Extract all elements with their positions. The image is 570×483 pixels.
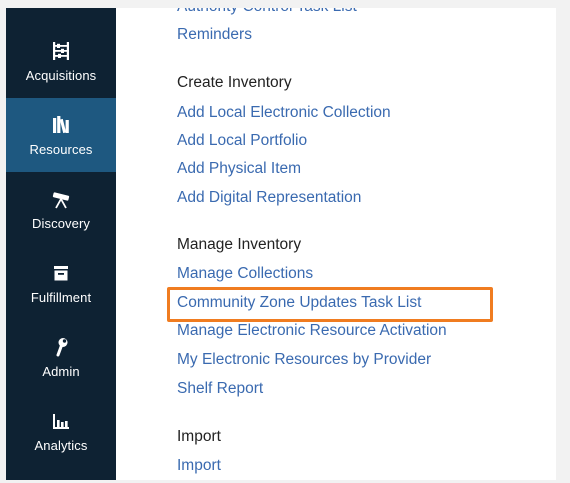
sidebar-item-label: Admin [42,363,80,379]
sidebar: Acquisitions Resources Discovery Fulfill… [6,8,116,480]
sidebar-item-resources[interactable]: Resources [6,98,116,172]
telescope-icon [52,191,70,208]
abacus-icon [53,41,69,60]
sidebar-item-admin[interactable]: Admin [6,320,116,394]
tray-icon [54,265,68,280]
sidebar-item-analytics[interactable]: Analytics [6,394,116,468]
add-local-portfolio-link[interactable]: Add Local Portfolio [177,132,307,150]
manage-electronic-resource-activation-link[interactable]: Manage Electronic Resource Activation [177,322,447,340]
sidebar-item-label: Resources [29,141,93,157]
section-title-import: Import [177,428,221,445]
sidebar-item-label: Discovery [32,215,90,231]
sidebar-item-acquisitions[interactable]: Acquisitions [6,24,116,98]
bar-chart-icon [53,413,69,429]
sidebar-item-label: Fulfillment [30,289,92,305]
sidebar-item-label: Acquisitions [25,67,97,83]
section-title-manage-inventory: Manage Inventory [177,236,302,253]
section-title-create-inventory: Create Inventory [177,74,292,91]
manage-collections-link[interactable]: Manage Collections [177,265,313,283]
resources-menu-panel: Authority Control Task List Reminders Cr… [116,8,556,480]
authority-control-task-list-link[interactable]: Authority Control Task List [177,8,357,16]
my-electronic-resources-by-provider-link[interactable]: My Electronic Resources by Provider [177,351,431,369]
sidebar-item-fulfillment[interactable]: Fulfillment [6,246,116,320]
add-physical-item-link[interactable]: Add Physical Item [177,160,301,178]
add-local-electronic-collection-link[interactable]: Add Local Electronic Collection [177,104,391,122]
reminders-link[interactable]: Reminders [177,26,252,44]
community-zone-updates-task-list-link[interactable]: Community Zone Updates Task List [177,294,421,312]
sidebar-item-label: Analytics [34,437,88,453]
import-link[interactable]: Import [177,457,221,475]
sidebar-item-discovery[interactable]: Discovery [6,172,116,246]
shelf-report-link[interactable]: Shelf Report [177,380,263,398]
wrench-icon [56,337,68,356]
add-digital-representation-link[interactable]: Add Digital Representation [177,189,361,207]
books-icon [53,115,69,133]
